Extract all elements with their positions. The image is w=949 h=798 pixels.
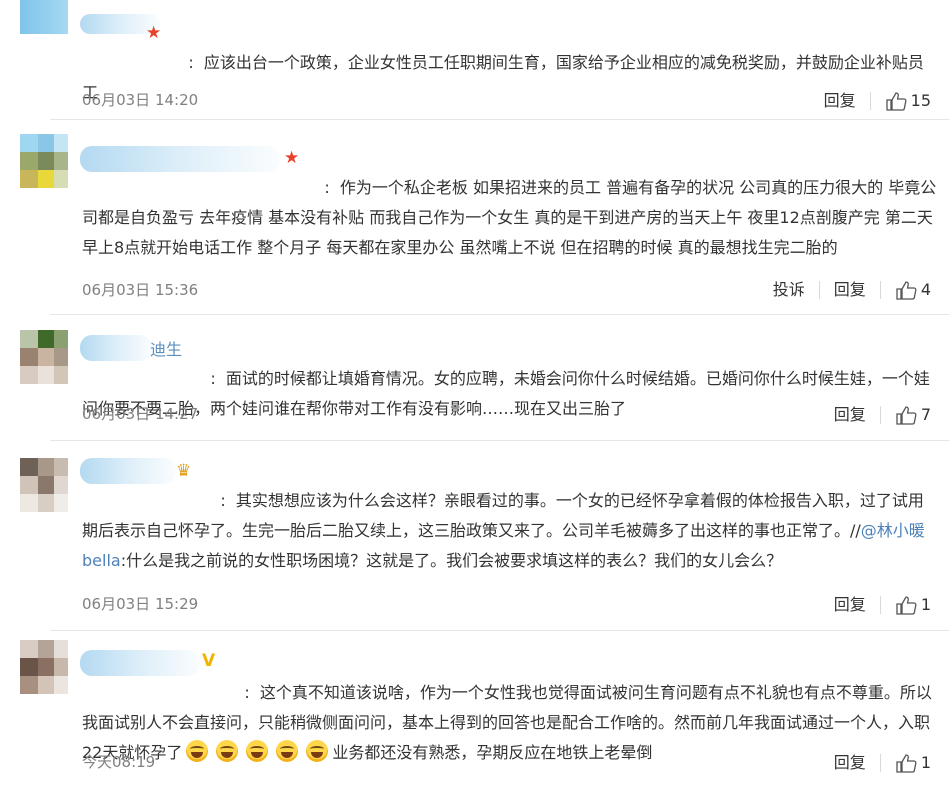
avatar[interactable] bbox=[20, 0, 68, 34]
thumbs-up-icon bbox=[896, 754, 917, 773]
reply-button[interactable]: 回复 bbox=[824, 90, 856, 112]
thumbs-up-icon bbox=[885, 92, 907, 111]
comment-divider bbox=[50, 119, 949, 120]
comment-text: : 面试的时候都让填婚育情况。女的应聘，未婚会问你什么时候结婚。已婚问你什么时候… bbox=[82, 369, 930, 418]
comment-divider bbox=[50, 440, 949, 441]
like-count: 4 bbox=[920, 280, 931, 299]
comment-actions: 投诉 回复 4 bbox=[773, 279, 931, 301]
action-separator bbox=[869, 92, 871, 110]
like-button[interactable]: 1 bbox=[895, 752, 931, 774]
reply-button[interactable]: 回复 bbox=[834, 594, 866, 616]
reply-button[interactable]: 回复 bbox=[834, 404, 866, 426]
comment-text: : 其实想想应该为什么会这样？亲眼看过的事。一个女的已经怀孕拿着假的体检报告入职… bbox=[82, 491, 925, 570]
action-separator bbox=[879, 596, 881, 614]
comment-time: 今天08:19 bbox=[82, 753, 156, 771]
avatar[interactable] bbox=[20, 640, 68, 694]
comment-time: 06月03日 14:20 bbox=[82, 91, 199, 109]
comment-text: : 这个真不知道该说啥，作为一个女性我也觉得面试被问生育问题有点不礼貌也有点不尊… bbox=[82, 683, 932, 762]
like-button[interactable]: 1 bbox=[895, 594, 931, 616]
reply-button[interactable]: 回复 bbox=[834, 752, 866, 774]
reply-button[interactable]: 回复 bbox=[834, 279, 866, 301]
like-button[interactable]: 15 bbox=[885, 90, 931, 112]
avatar[interactable] bbox=[20, 458, 68, 512]
comment-text: : 应该出台一个政策，企业女性员工任职期间生育，国家给予企业相应的减免税奖励，并… bbox=[82, 53, 924, 102]
like-count: 7 bbox=[920, 405, 931, 424]
thumbs-up-icon bbox=[896, 281, 917, 300]
comment-time: 06月03日 15:36 bbox=[82, 281, 199, 299]
action-separator bbox=[879, 754, 881, 772]
action-separator bbox=[879, 406, 881, 424]
action-separator bbox=[879, 281, 881, 299]
comment-time: 06月03日 15:29 bbox=[82, 595, 199, 613]
comment-actions: 回复 1 bbox=[834, 594, 931, 616]
like-count: 15 bbox=[910, 91, 931, 110]
comment-divider bbox=[50, 314, 949, 315]
comment-text: : 作为一个私企老板 如果招进来的员工 普遍有备孕的状况 公司真的压力很大的 毕… bbox=[82, 178, 937, 257]
like-count: 1 bbox=[920, 595, 931, 614]
comment-divider bbox=[50, 630, 949, 631]
action-separator bbox=[818, 281, 820, 299]
avatar[interactable] bbox=[20, 134, 68, 188]
like-button[interactable]: 7 bbox=[895, 404, 931, 426]
comment-actions: 回复 1 bbox=[834, 752, 931, 774]
laughing-tears-emoji bbox=[182, 740, 332, 762]
like-count: 1 bbox=[920, 753, 931, 772]
thumbs-up-icon bbox=[896, 596, 917, 615]
comment-actions: 回复 15 bbox=[824, 90, 931, 112]
report-button[interactable]: 投诉 bbox=[773, 279, 805, 301]
comment-actions: 回复 7 bbox=[834, 404, 931, 426]
avatar[interactable] bbox=[20, 330, 68, 384]
comment-time: 06月03日 14:27 bbox=[82, 405, 199, 423]
like-button[interactable]: 4 bbox=[895, 279, 931, 301]
thumbs-up-icon bbox=[896, 406, 917, 425]
